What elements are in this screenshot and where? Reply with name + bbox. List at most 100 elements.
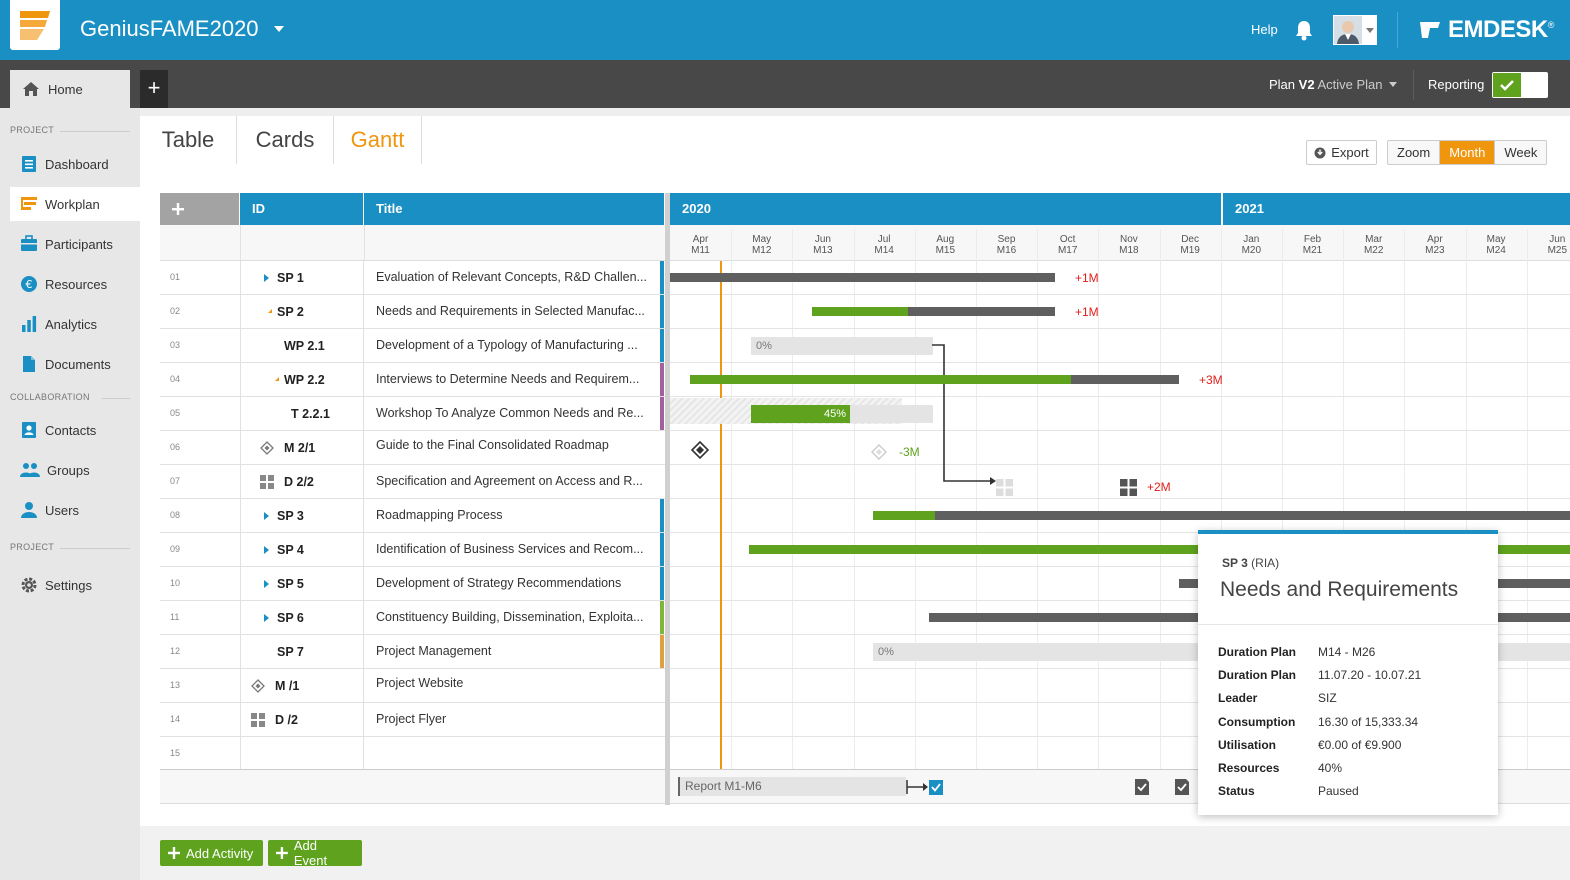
project-title[interactable]: GeniusFAME2020 [80, 16, 259, 42]
tab-table[interactable]: Table [140, 116, 237, 164]
row-id[interactable]: SP 6 [277, 611, 304, 625]
report-checked-icon[interactable] [1133, 778, 1151, 796]
sidebar-item-contacts[interactable]: Contacts [10, 413, 140, 447]
table-row[interactable]: 06 M 2/1 Guide to the Final Consolidated R… [160, 431, 665, 465]
chevron-down-icon[interactable] [274, 26, 284, 32]
expand-caret-icon[interactable] [264, 580, 269, 588]
sidebar-item-resources[interactable]: € Resources [10, 267, 140, 301]
report-checked-icon[interactable] [1173, 778, 1191, 796]
add-tab-button[interactable]: + [140, 70, 168, 108]
add-event-button[interactable]: Add Event [268, 838, 362, 868]
row-title[interactable]: Roadmapping Process [376, 508, 656, 522]
row-id[interactable]: T 2.2.1 [291, 407, 330, 421]
row-id[interactable]: SP 4 [277, 543, 304, 557]
row-id[interactable]: SP 3 [277, 509, 304, 523]
table-row[interactable]: 13 M /1 Project Website [160, 669, 665, 703]
row-title[interactable]: Identification of Business Services and … [376, 542, 656, 556]
gantt-bar-wp22-progress[interactable] [690, 375, 1071, 384]
column-header-title[interactable]: Title [364, 193, 664, 225]
table-row[interactable]: 05 T 2.2.1 Workshop To Analyze Common Need… [160, 397, 665, 431]
gantt-bar-wp21[interactable]: 0% [751, 337, 933, 355]
column-header-id[interactable]: ID [240, 193, 363, 225]
sidebar-item-dashboard[interactable]: Dashboard [10, 147, 140, 181]
expand-caret-icon[interactable] [264, 274, 269, 282]
row-id[interactable]: SP 5 [277, 577, 304, 591]
row-title[interactable]: Development of Strategy Recommendations [376, 576, 656, 590]
gantt-bar-sp1[interactable] [670, 273, 1055, 282]
gantt-bar-wp22[interactable] [1071, 375, 1179, 384]
row-id[interactable]: M /1 [275, 679, 299, 693]
app-logo[interactable] [10, 0, 60, 50]
row-title[interactable]: Needs and Requirements in Selected Manuf… [376, 304, 656, 318]
avatar[interactable] [1333, 15, 1363, 45]
chevron-down-icon[interactable] [1389, 82, 1397, 87]
sidebar-item-settings[interactable]: Settings [10, 568, 140, 602]
sidebar-item-users[interactable]: Users [10, 493, 140, 527]
collapse-caret-icon[interactable] [272, 377, 279, 381]
table-row[interactable]: 11 SP 6 Constituency Building, Disseminati… [160, 601, 665, 635]
table-row[interactable]: 14 D /2 Project Flyer [160, 703, 665, 737]
week-button[interactable]: Week [1495, 141, 1546, 164]
row-title[interactable]: Project Flyer [376, 712, 656, 726]
gantt-bar-sp3[interactable] [935, 511, 1570, 520]
table-row[interactable]: 09 SP 4 Identification of Business Service… [160, 533, 665, 567]
bell-icon[interactable] [1294, 19, 1314, 41]
add-activity-button[interactable]: Add Activity [160, 840, 263, 866]
expand-caret-icon[interactable] [264, 614, 269, 622]
row-id[interactable]: SP 2 [277, 305, 304, 319]
gantt-bar-sp3-progress[interactable] [873, 511, 935, 520]
gantt-bar-sp2-progress[interactable] [812, 307, 908, 316]
table-row[interactable]: 08 SP 3 Roadmapping Process [160, 499, 665, 533]
row-id[interactable]: SP 1 [277, 271, 304, 285]
avatar-menu-chevron[interactable] [1363, 15, 1377, 45]
row-title[interactable]: Interviews to Determine Needs and Requir… [376, 372, 656, 386]
row-title[interactable]: Workshop To Analyze Common Needs and Re.… [376, 406, 656, 420]
collapse-caret-icon[interactable] [265, 309, 272, 313]
export-button[interactable]: Export [1306, 140, 1377, 165]
milestone-diamond-icon[interactable] [691, 441, 709, 459]
row-title[interactable]: Guide to the Final Consolidated Roadmap [376, 438, 656, 452]
sidebar-item-workplan[interactable]: Workplan [10, 187, 140, 221]
deliverable-icon[interactable] [1119, 478, 1138, 497]
report-bar[interactable]: Report M1-M6 [678, 777, 906, 796]
add-row-button[interactable] [160, 193, 239, 225]
row-id[interactable]: SP 7 [277, 645, 304, 659]
row-id[interactable]: WP 2.2 [284, 373, 325, 387]
row-title[interactable]: Development of a Typology of Manufacturi… [376, 338, 656, 352]
table-row[interactable]: 03 WP 2.1 Development of a Typology of Man… [160, 329, 665, 363]
plan-selector[interactable]: Plan V2 Active Plan [1269, 77, 1383, 92]
table-row[interactable]: 10 SP 5 Development of Strategy Recommenda… [160, 567, 665, 601]
table-row[interactable]: 02 SP 2 Needs and Requirements in Selected… [160, 295, 665, 329]
sidebar-item-documents[interactable]: Documents [10, 347, 140, 381]
zoom-button[interactable]: Zoom [1388, 141, 1441, 164]
table-row[interactable]: 12 SP 7 Project Management [160, 635, 665, 669]
row-id[interactable]: WP 2.1 [284, 339, 325, 353]
tab-home[interactable]: Home [10, 70, 130, 108]
row-title[interactable]: Project Management [376, 644, 656, 658]
row-id[interactable]: D /2 [275, 713, 298, 727]
row-id[interactable]: M 2/1 [284, 441, 315, 455]
month-button[interactable]: Month [1440, 141, 1496, 164]
expand-caret-icon[interactable] [264, 546, 269, 554]
table-row[interactable]: 07 D 2/2 Specification and Agreement on Ac… [160, 465, 665, 499]
table-row[interactable]: 15 [160, 737, 665, 771]
row-id[interactable]: D 2/2 [284, 475, 314, 489]
deliverable-ghost-icon[interactable] [995, 478, 1014, 497]
reporting-toggle[interactable] [1492, 72, 1548, 98]
milestone-shifted-icon[interactable] [871, 444, 887, 460]
sidebar-item-groups[interactable]: Groups [10, 453, 140, 487]
document-icon [23, 356, 35, 372]
sidebar-item-analytics[interactable]: Analytics [10, 307, 140, 341]
table-row[interactable]: 01 SP 1 Evaluation of Relevant Concepts, R… [160, 261, 665, 295]
row-title[interactable]: Constituency Building, Dissemination, Ex… [376, 610, 656, 624]
gantt-bar-sp2[interactable] [908, 307, 1055, 316]
row-title[interactable]: Evaluation of Relevant Concepts, R&D Cha… [376, 270, 656, 284]
expand-caret-icon[interactable] [264, 512, 269, 520]
table-row[interactable]: 04 WP 2.2 Interviews to Determine Needs an… [160, 363, 665, 397]
tab-cards[interactable]: Cards [237, 116, 334, 164]
help-link[interactable]: Help [1251, 22, 1278, 37]
sidebar-item-participants[interactable]: Participants [10, 227, 140, 261]
row-title[interactable]: Project Website [376, 676, 656, 690]
row-title[interactable]: Specification and Agreement on Access an… [376, 474, 656, 488]
tab-gantt[interactable]: Gantt [334, 116, 422, 164]
